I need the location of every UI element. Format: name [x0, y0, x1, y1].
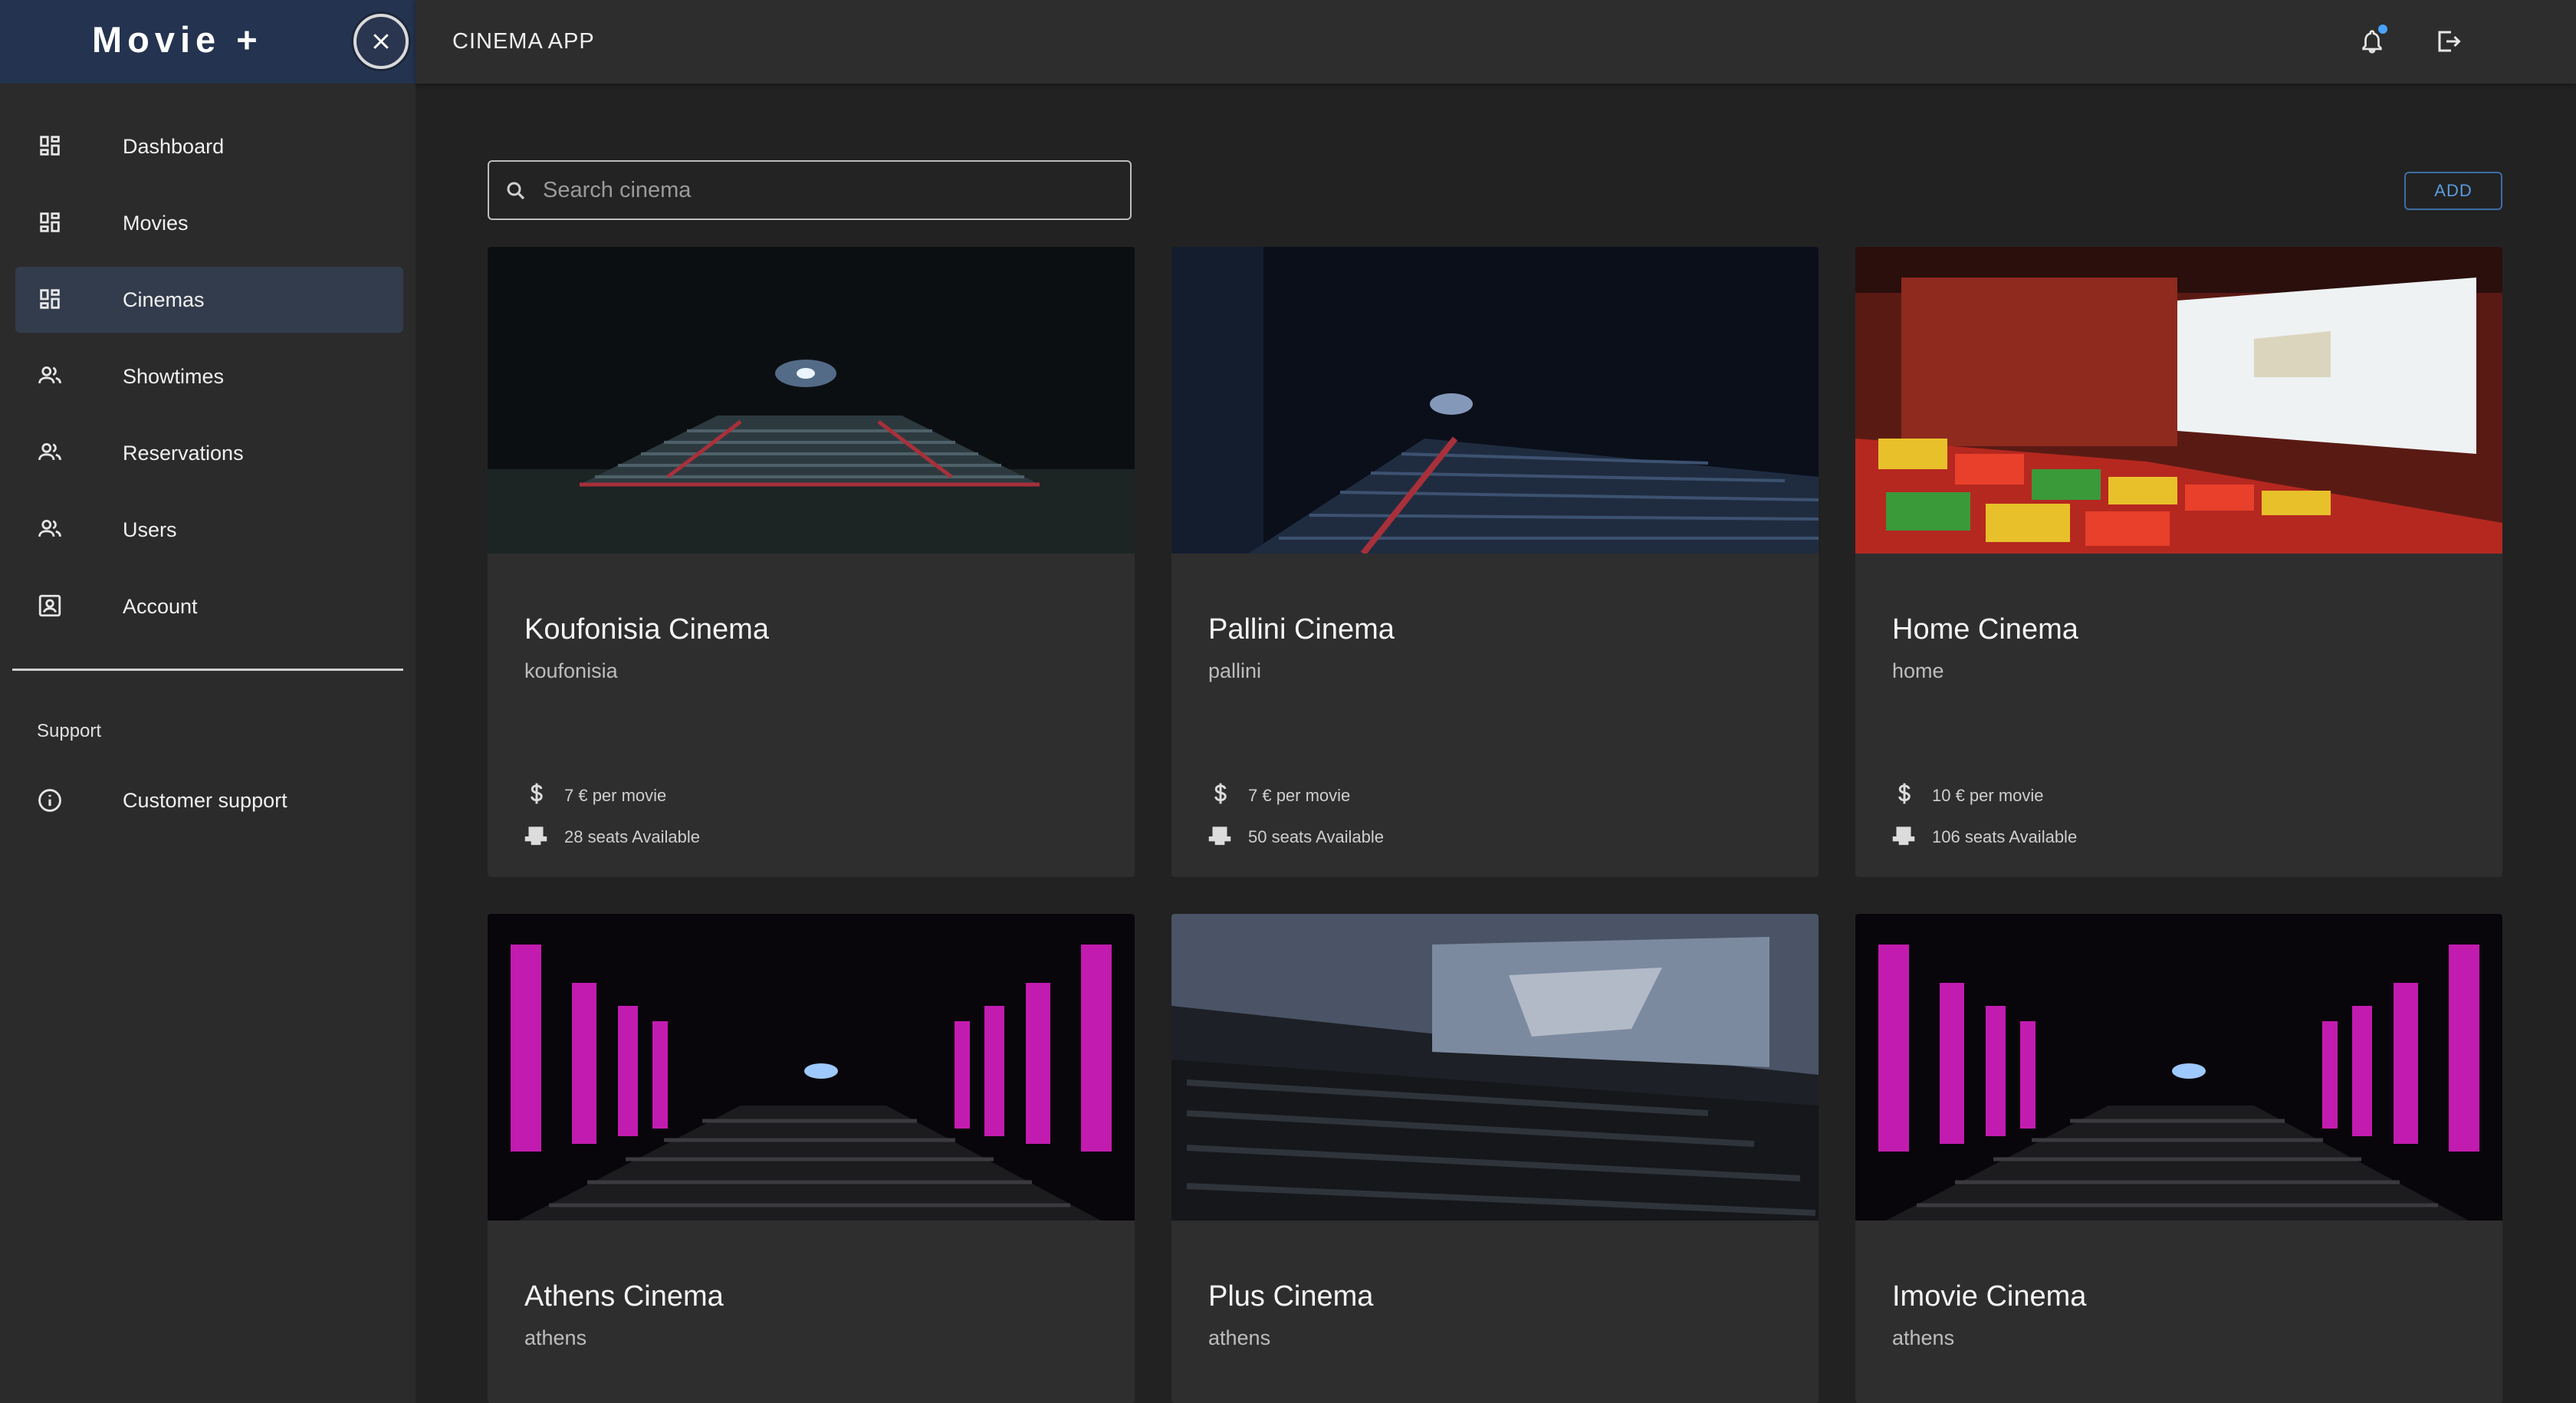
cinema-price: 10 € per movie	[1932, 786, 2044, 805]
cinema-image	[488, 914, 1135, 1221]
cinema-seats: 106 seats Available	[1932, 827, 2078, 846]
logout-button[interactable]	[2427, 20, 2470, 63]
cinema-city: athens	[524, 1326, 587, 1349]
cinema-image	[1855, 247, 2502, 554]
people-icon	[37, 516, 63, 542]
cinema-card[interactable]: Home Cinema home 10 € per movie 106 seat…	[1855, 247, 2502, 877]
cinema-name: Plus Cinema	[1208, 1280, 1374, 1313]
close-icon	[373, 34, 389, 49]
dashboard-icon	[37, 133, 63, 159]
notifications-button[interactable]	[2351, 20, 2394, 63]
cinema-image	[1171, 247, 1819, 554]
account-box-icon	[37, 593, 63, 619]
sidebar-nav: Dashboard Movies Cinemas Showtimes Reser…	[0, 113, 416, 650]
cinema-name: Pallini Cinema	[1208, 613, 1395, 646]
cinema-seats: 28 seats Available	[564, 827, 700, 846]
cinema-city: pallini	[1208, 659, 1262, 682]
cinema-image	[488, 247, 1135, 554]
sidebar-item-label: Customer support	[123, 789, 288, 812]
cinema-city: home	[1892, 659, 1944, 682]
sidebar-item-dashboard[interactable]: Dashboard	[15, 113, 403, 179]
top-app-bar: CINEMA APP	[416, 0, 2576, 84]
sidebar-item-label: Account	[123, 594, 198, 618]
cinema-city: koufonisia	[524, 659, 618, 682]
cinema-card[interactable]: Plus Cinema athens	[1171, 914, 1819, 1403]
cinema-card[interactable]: Imovie Cinema athens	[1855, 914, 2502, 1403]
cinema-price: 7 € per movie	[1248, 786, 1351, 805]
cinema-image	[1171, 914, 1819, 1221]
cinema-card[interactable]: Koufonisia Cinema koufonisia 7 € per mov…	[488, 247, 1135, 877]
sidebar-item-label: Dashboard	[123, 134, 225, 158]
exit-to-app-icon	[2438, 31, 2461, 52]
app-logo-title: Movie +	[92, 19, 263, 60]
sidebar-item-label: Movies	[123, 211, 189, 235]
brand-header: Movie +	[0, 0, 416, 84]
page-title: CINEMA APP	[452, 29, 595, 54]
support-heading: Support	[37, 721, 102, 741]
search-field[interactable]	[488, 160, 1132, 220]
cinema-card[interactable]: Pallini Cinema pallini 7 € per movie 50 …	[1171, 247, 1819, 877]
sidebar-divider	[12, 669, 403, 671]
people-icon	[37, 439, 63, 465]
cinema-name: Imovie Cinema	[1892, 1280, 2087, 1313]
sidebar-item-label: Reservations	[123, 441, 244, 465]
sidebar-item-label: Users	[123, 518, 177, 541]
cinema-card[interactable]: Athens Cinema athens	[488, 914, 1135, 1403]
seat-icon	[1205, 822, 1234, 851]
seat-icon	[521, 822, 550, 851]
sidebar-item-account[interactable]: Account	[15, 573, 403, 639]
cinema-city: athens	[1892, 1326, 1955, 1349]
seat-icon	[1889, 822, 1918, 851]
sidebar-item-users[interactable]: Users	[15, 497, 403, 563]
sidebar-item-cinemas[interactable]: Cinemas	[15, 267, 403, 333]
sidebar-item-label: Cinemas	[123, 288, 205, 311]
cinema-city: athens	[1208, 1326, 1271, 1349]
cinema-seats: 50 seats Available	[1248, 827, 1384, 846]
notification-badge	[2378, 25, 2387, 34]
cinema-name: Koufonisia Cinema	[524, 613, 769, 646]
close-sidebar-button[interactable]	[353, 14, 409, 69]
dollar-icon	[524, 781, 549, 806]
dollar-icon	[1892, 781, 1917, 806]
cinema-name: Home Cinema	[1892, 613, 2078, 646]
dashboard-icon	[37, 286, 63, 312]
dollar-icon	[1208, 781, 1233, 806]
sidebar-item-label: Showtimes	[123, 364, 225, 388]
dashboard-icon	[37, 209, 63, 235]
cinema-name: Athens Cinema	[524, 1280, 724, 1313]
cinema-price: 7 € per movie	[564, 786, 667, 805]
sidebar-item-reservations[interactable]: Reservations	[15, 420, 403, 486]
people-icon	[37, 363, 63, 389]
search-input[interactable]	[543, 162, 1110, 219]
sidebar: Movie + Dashboard Movies Cinemas Showtim…	[0, 0, 416, 1403]
sidebar-item-showtimes[interactable]: Showtimes	[15, 343, 403, 409]
sidebar-item-customer-support[interactable]: Customer support	[15, 768, 403, 834]
search-icon	[507, 182, 525, 200]
add-cinema-button[interactable]: ADD	[2404, 172, 2502, 210]
sidebar-item-movies[interactable]: Movies	[15, 190, 403, 256]
info-icon	[37, 787, 63, 813]
cinema-image	[1855, 914, 2502, 1221]
